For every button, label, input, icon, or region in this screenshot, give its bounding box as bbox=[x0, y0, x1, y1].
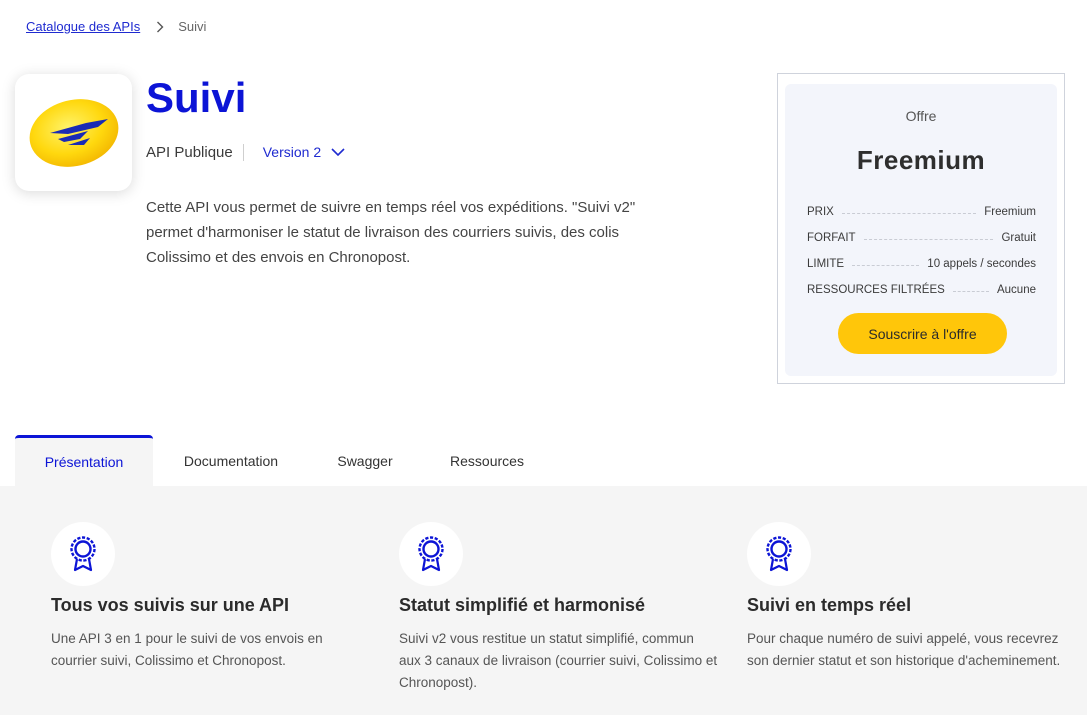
breadcrumb-current: Suivi bbox=[178, 19, 207, 34]
feature-card: Suivi en temps réel Pour chaque numéro d… bbox=[747, 522, 1060, 672]
api-meta: API Publique Version 2 bbox=[146, 142, 345, 162]
feature-title: Tous vos suivis sur une API bbox=[51, 595, 290, 615]
offer-row-value: Aucune bbox=[996, 284, 1036, 296]
chevron-down-icon bbox=[331, 148, 345, 156]
feature-icon-container bbox=[399, 522, 463, 586]
offer-card: Offre Freemium PRIX Freemium FORFAIT Gra… bbox=[785, 84, 1057, 376]
api-logo bbox=[15, 74, 132, 191]
feature-title: Statut simplifié et harmonisé bbox=[399, 595, 646, 615]
offer-row-key: PRIX bbox=[807, 206, 834, 218]
version-select[interactable]: Version 2 bbox=[263, 144, 345, 160]
breadcrumb: Catalogue des APIs Suivi bbox=[26, 19, 206, 34]
page-title: Suivi bbox=[146, 74, 247, 121]
offer-details: PRIX Freemium FORFAIT Gratuit LIMITE 10 … bbox=[807, 199, 1036, 303]
tab-presentation[interactable]: Présentation bbox=[15, 435, 153, 486]
award-icon bbox=[70, 536, 96, 572]
la-poste-logo-icon bbox=[29, 98, 118, 167]
offer-label: Offre bbox=[905, 108, 937, 124]
offer-row-ressources: RESSOURCES FILTRÉES Aucune bbox=[807, 277, 1036, 303]
dotted-leader bbox=[841, 212, 977, 214]
dotted-leader bbox=[852, 264, 920, 266]
breadcrumb-link-catalogue[interactable]: Catalogue des APIs bbox=[26, 19, 140, 34]
tab-swagger[interactable]: Swagger bbox=[309, 435, 421, 486]
dotted-leader bbox=[952, 290, 989, 292]
feature-text: Suivi v2 vous restitue un statut simplif… bbox=[399, 631, 718, 690]
feature-title: Suivi en temps réel bbox=[747, 595, 912, 615]
offer-row-limite: LIMITE 10 appels / secondes bbox=[807, 251, 1036, 277]
version-label: Version 2 bbox=[262, 144, 322, 160]
tab-ressources[interactable]: Ressources bbox=[421, 435, 553, 486]
offer-row-forfait: FORFAIT Gratuit bbox=[807, 225, 1036, 251]
offer-row-value: Gratuit bbox=[1001, 232, 1036, 244]
offer-row-prix: PRIX Freemium bbox=[807, 199, 1036, 225]
dotted-leader bbox=[863, 238, 994, 240]
award-icon bbox=[766, 536, 792, 572]
feature-icon-container bbox=[51, 522, 115, 586]
api-description: Cette API vous permet de suivre en temps… bbox=[146, 199, 636, 266]
feature-text: Pour chaque numéro de suivi appelé, vous… bbox=[747, 631, 1061, 668]
offer-row-value: Freemium bbox=[984, 206, 1036, 218]
feature-card: Tous vos suivis sur une API Une API 3 en… bbox=[51, 522, 351, 672]
offer-row-key: FORFAIT bbox=[807, 232, 856, 244]
offer-row-value: 10 appels / secondes bbox=[927, 258, 1036, 270]
award-icon bbox=[418, 536, 444, 572]
offer-panel: Offre Freemium PRIX Freemium FORFAIT Gra… bbox=[777, 73, 1065, 384]
tab-bar: Présentation Documentation Swagger Resso… bbox=[15, 435, 553, 486]
feature-text: Une API 3 en 1 pour le suivi de vos envo… bbox=[51, 631, 323, 668]
feature-icon-container bbox=[747, 522, 811, 586]
offer-row-key: LIMITE bbox=[807, 258, 845, 270]
subscribe-button[interactable]: Souscrire à l'offre bbox=[838, 313, 1007, 354]
features-section: Tous vos suivis sur une API Une API 3 en… bbox=[0, 486, 1087, 715]
visibility-label: API Publique bbox=[146, 143, 244, 161]
chevron-right-icon bbox=[156, 21, 164, 33]
offer-name: Freemium bbox=[856, 145, 986, 175]
offer-row-key: RESSOURCES FILTRÉES bbox=[807, 284, 945, 296]
tab-documentation[interactable]: Documentation bbox=[153, 435, 309, 486]
feature-card: Statut simplifié et harmonisé Suivi v2 v… bbox=[399, 522, 717, 694]
